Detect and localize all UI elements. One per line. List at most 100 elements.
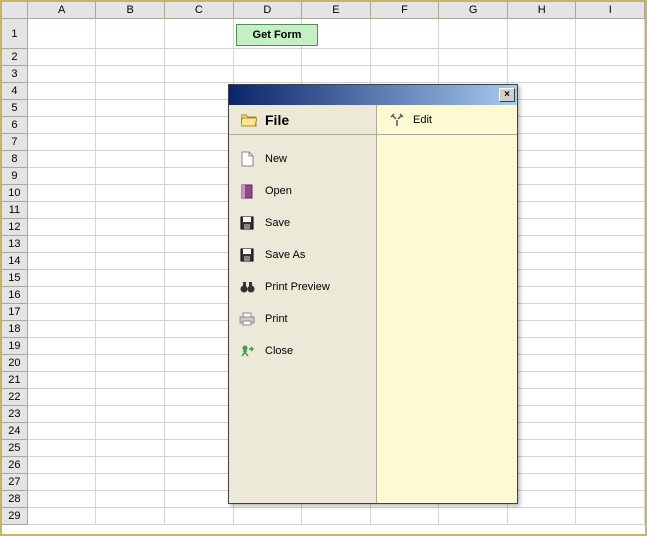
cell[interactable] xyxy=(508,491,577,508)
cell[interactable] xyxy=(165,457,234,474)
col-header[interactable]: A xyxy=(28,2,97,19)
cell[interactable] xyxy=(576,304,645,321)
cell[interactable] xyxy=(28,457,97,474)
cell[interactable] xyxy=(28,372,97,389)
cell[interactable] xyxy=(28,270,97,287)
cell[interactable] xyxy=(439,49,508,66)
cell[interactable] xyxy=(508,372,577,389)
row-header[interactable]: 20 xyxy=(2,355,28,372)
cell[interactable] xyxy=(96,168,165,185)
row-header[interactable]: 10 xyxy=(2,185,28,202)
cell[interactable] xyxy=(576,66,645,83)
cell[interactable] xyxy=(508,202,577,219)
row-header[interactable]: 12 xyxy=(2,219,28,236)
cell[interactable] xyxy=(28,321,97,338)
cell[interactable] xyxy=(96,83,165,100)
cell[interactable] xyxy=(96,406,165,423)
cell[interactable] xyxy=(165,440,234,457)
cell[interactable] xyxy=(28,440,97,457)
menu-print-preview[interactable]: Print Preview xyxy=(229,271,376,303)
cell[interactable] xyxy=(165,338,234,355)
cell[interactable] xyxy=(576,338,645,355)
row-header[interactable]: 29 xyxy=(2,508,28,525)
cell[interactable] xyxy=(28,236,97,253)
cell[interactable] xyxy=(96,491,165,508)
cell[interactable] xyxy=(508,49,577,66)
cell[interactable] xyxy=(28,202,97,219)
row-header[interactable]: 23 xyxy=(2,406,28,423)
cell[interactable] xyxy=(576,49,645,66)
cell[interactable] xyxy=(165,474,234,491)
cell[interactable] xyxy=(165,372,234,389)
cell[interactable] xyxy=(96,66,165,83)
cell[interactable] xyxy=(165,100,234,117)
cell[interactable] xyxy=(28,151,97,168)
cell[interactable] xyxy=(302,508,371,525)
cell[interactable] xyxy=(576,117,645,134)
cell[interactable] xyxy=(28,491,97,508)
row-header[interactable]: 19 xyxy=(2,338,28,355)
cell[interactable] xyxy=(96,151,165,168)
cell[interactable] xyxy=(165,185,234,202)
row-header[interactable]: 24 xyxy=(2,423,28,440)
cell[interactable] xyxy=(508,355,577,372)
cell[interactable] xyxy=(96,321,165,338)
cell[interactable] xyxy=(371,19,440,49)
row-header[interactable]: 11 xyxy=(2,202,28,219)
row-header[interactable]: 17 xyxy=(2,304,28,321)
cell[interactable] xyxy=(508,66,577,83)
col-header[interactable]: G xyxy=(439,2,508,19)
cell[interactable] xyxy=(28,185,97,202)
cell[interactable] xyxy=(165,151,234,168)
cell[interactable] xyxy=(96,253,165,270)
cell[interactable] xyxy=(28,219,97,236)
cell[interactable] xyxy=(302,49,371,66)
cell[interactable] xyxy=(508,304,577,321)
cell[interactable] xyxy=(28,168,97,185)
cell[interactable] xyxy=(96,219,165,236)
cell[interactable] xyxy=(96,304,165,321)
cell[interactable] xyxy=(508,389,577,406)
menu-save[interactable]: Save xyxy=(229,207,376,239)
cell[interactable] xyxy=(576,406,645,423)
select-all-corner[interactable] xyxy=(2,2,28,19)
cell[interactable] xyxy=(96,508,165,525)
cell[interactable] xyxy=(576,19,645,49)
cell[interactable] xyxy=(165,117,234,134)
cell[interactable] xyxy=(576,253,645,270)
cell[interactable] xyxy=(576,508,645,525)
cell[interactable] xyxy=(96,440,165,457)
cell[interactable] xyxy=(96,185,165,202)
cell[interactable] xyxy=(28,19,97,49)
row-header[interactable]: 4 xyxy=(2,83,28,100)
cell[interactable] xyxy=(165,270,234,287)
cell[interactable] xyxy=(576,168,645,185)
menu-save-as[interactable]: Save As xyxy=(229,239,376,271)
cell[interactable] xyxy=(96,338,165,355)
cell[interactable] xyxy=(576,423,645,440)
cell[interactable] xyxy=(28,49,97,66)
cell[interactable] xyxy=(508,338,577,355)
cell[interactable] xyxy=(508,270,577,287)
cell[interactable] xyxy=(439,19,508,49)
col-header[interactable]: F xyxy=(371,2,440,19)
cell[interactable] xyxy=(165,202,234,219)
cell[interactable] xyxy=(96,49,165,66)
cell[interactable] xyxy=(165,355,234,372)
cell[interactable] xyxy=(165,66,234,83)
cell[interactable] xyxy=(508,474,577,491)
cell[interactable] xyxy=(96,372,165,389)
cell[interactable] xyxy=(28,338,97,355)
cell[interactable] xyxy=(96,236,165,253)
cell[interactable] xyxy=(508,100,577,117)
cell[interactable] xyxy=(96,474,165,491)
cell[interactable] xyxy=(508,440,577,457)
row-header[interactable]: 14 xyxy=(2,253,28,270)
cell[interactable] xyxy=(165,236,234,253)
cell[interactable] xyxy=(165,508,234,525)
row-header[interactable]: 21 xyxy=(2,372,28,389)
cell[interactable] xyxy=(508,253,577,270)
cell[interactable] xyxy=(28,423,97,440)
cell[interactable] xyxy=(576,185,645,202)
cell[interactable] xyxy=(165,253,234,270)
